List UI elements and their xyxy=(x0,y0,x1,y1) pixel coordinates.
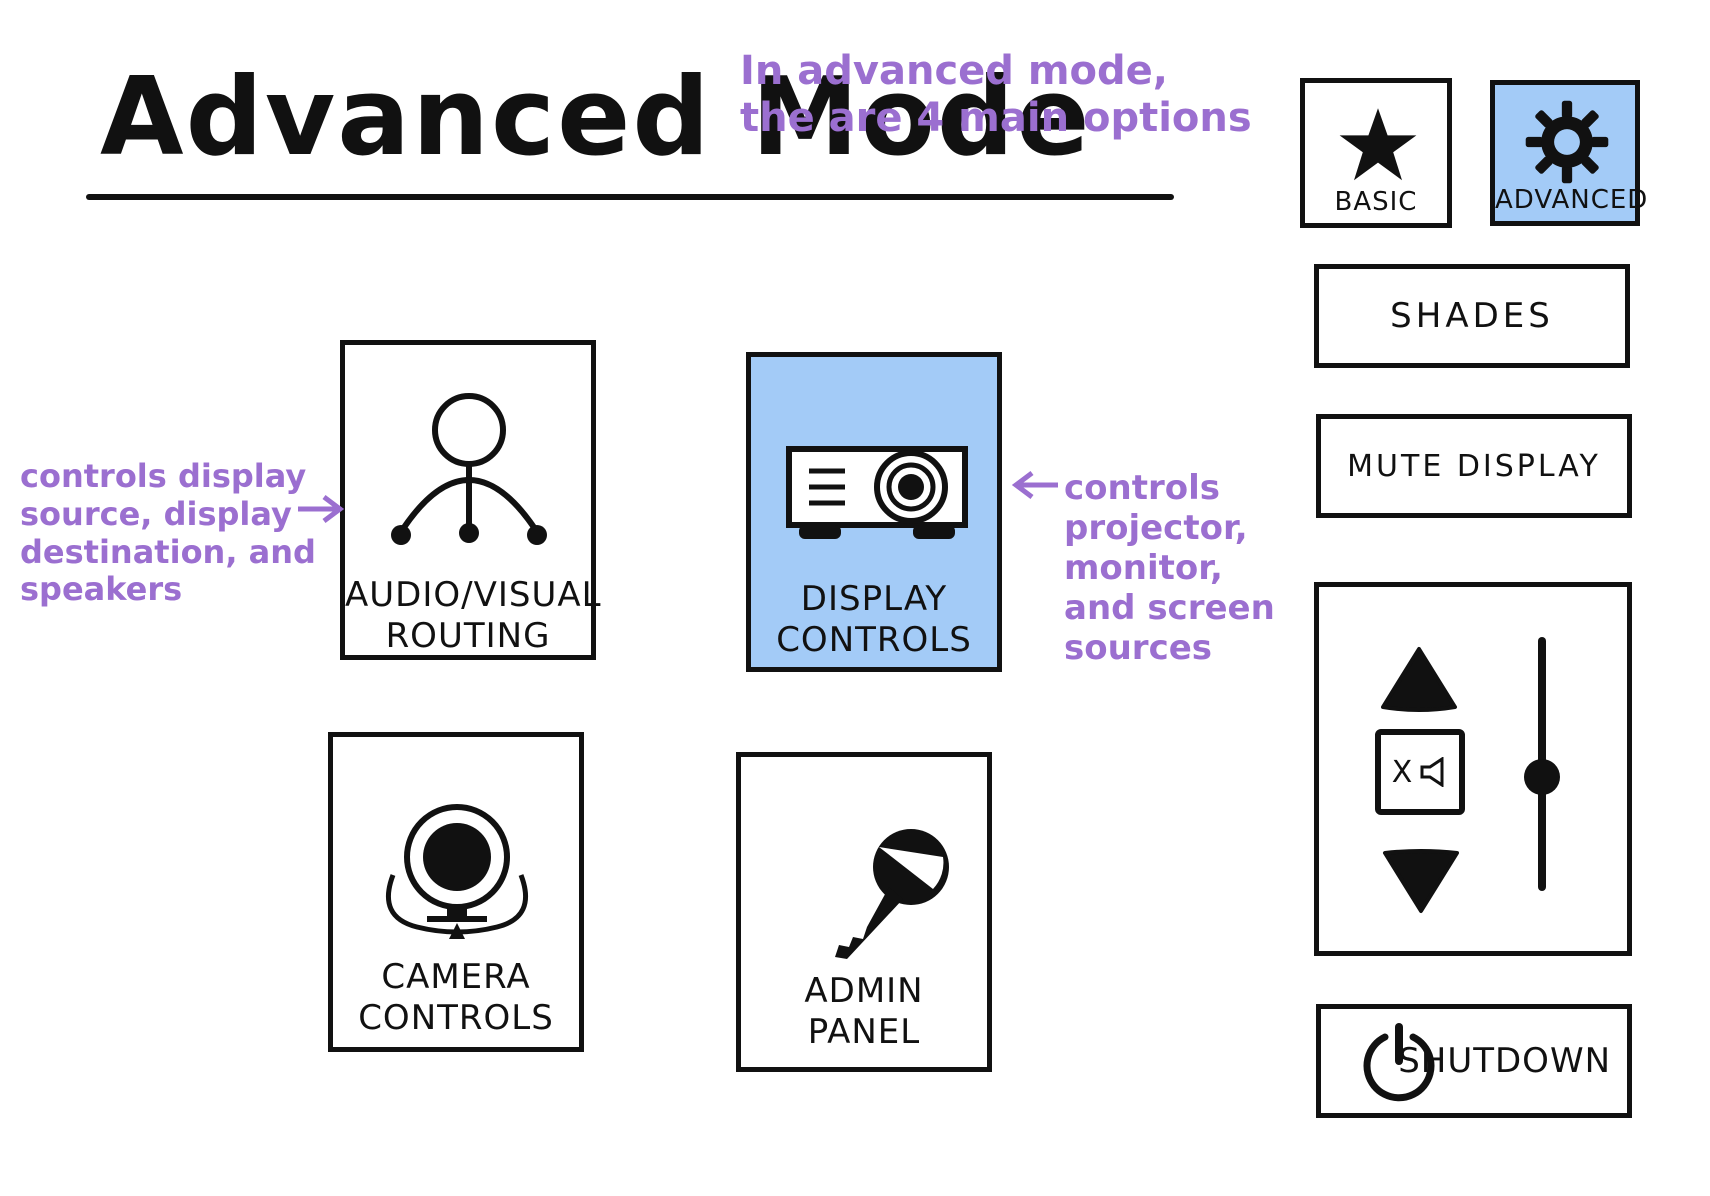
display-controls-tile[interactable]: DISPLAY CONTROLS xyxy=(746,352,1002,672)
volume-up-icon[interactable] xyxy=(1379,643,1459,713)
power-icon xyxy=(1363,1023,1435,1102)
arrow-left-icon xyxy=(1011,471,1058,499)
volume-down-icon[interactable] xyxy=(1381,849,1461,915)
basic-mode-label: BASIC xyxy=(1334,187,1418,217)
person-routing-icon xyxy=(391,393,547,545)
mute-audio-button[interactable]: X xyxy=(1375,729,1465,815)
display-controls-label: DISPLAY CONTROLS xyxy=(776,579,972,660)
advanced-mode-button[interactable]: ADVANCED xyxy=(1490,80,1649,226)
speaker-icon xyxy=(1420,757,1444,787)
advanced-mode-label: ADVANCED xyxy=(1495,185,1649,215)
camera-controls-label: CAMERA CONTROLS xyxy=(358,957,554,1038)
gear-icon xyxy=(1525,100,1609,184)
arrow-right-icon xyxy=(298,495,345,523)
volume-slider-handle[interactable] xyxy=(1524,758,1560,795)
volume-control-panel: X xyxy=(1314,582,1632,956)
shutdown-button[interactable]: SHUTDOWN xyxy=(1316,1004,1632,1118)
av-routing-annotation: controls display source, display destina… xyxy=(20,457,316,609)
av-routing-tile[interactable]: AUDIO/VISUAL ROUTING xyxy=(340,340,602,660)
mute-x-glyph: X xyxy=(1391,754,1413,790)
admin-panel-tile[interactable]: ADMIN PANEL xyxy=(736,752,992,1072)
key-icon xyxy=(835,829,949,959)
header-note: In advanced mode, the are 4 main options xyxy=(740,48,1252,142)
shades-button[interactable]: SHADES xyxy=(1314,264,1630,368)
webcam-icon xyxy=(386,804,528,939)
title-divider xyxy=(86,194,1174,200)
star-icon xyxy=(1339,108,1417,181)
projector-icon xyxy=(786,446,968,539)
display-controls-annotation: controls projector, monitor, and screen … xyxy=(1064,468,1275,669)
camera-controls-tile[interactable]: CAMERA CONTROLS xyxy=(328,732,584,1052)
av-routing-label: AUDIO/VISUAL ROUTING xyxy=(345,575,602,656)
admin-panel-label: ADMIN PANEL xyxy=(804,971,924,1052)
mute-display-button[interactable]: MUTE DISPLAY xyxy=(1316,414,1632,518)
basic-mode-button[interactable]: BASIC xyxy=(1300,78,1452,228)
